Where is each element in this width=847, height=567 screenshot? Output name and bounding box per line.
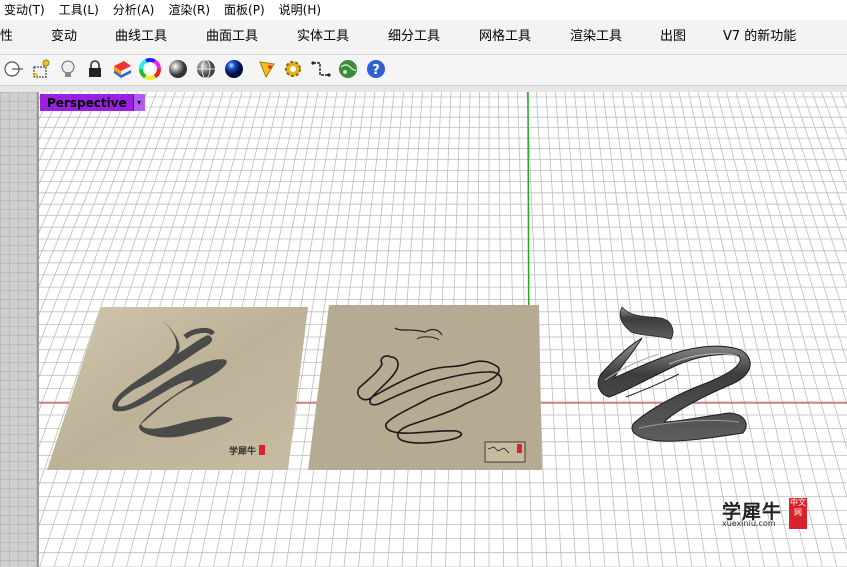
- light-bulb-icon[interactable]: [57, 58, 79, 80]
- seal-stamp: [259, 445, 265, 455]
- tab-drafting[interactable]: 出图: [660, 20, 686, 54]
- dimension-offset-icon[interactable]: [310, 58, 332, 80]
- rendered-sphere-icon[interactable]: [223, 58, 245, 80]
- menu-panels[interactable]: 面板(P): [220, 0, 269, 20]
- toolbar-tab-bar: 性 变动 曲线工具 曲面工具 实体工具 细分工具 网格工具 渲染工具 出图 V7…: [0, 20, 847, 55]
- dimension-icon[interactable]: [2, 58, 24, 80]
- perspective-viewport[interactable]: 学犀牛 Perspective ▾: [39, 92, 847, 567]
- shaded-sphere-icon[interactable]: [167, 58, 189, 80]
- menu-help[interactable]: 说明(H): [275, 0, 325, 20]
- tab-curve-tools[interactable]: 曲线工具: [115, 20, 167, 54]
- menu-bar: 变动(T) 工具(L) 分析(A) 渲染(R) 面板(P) 说明(H): [0, 0, 847, 20]
- tab-render-tools[interactable]: 渲染工具: [570, 20, 622, 54]
- menu-transform[interactable]: 变动(T): [0, 0, 49, 20]
- menu-render[interactable]: 渲染(R): [164, 0, 214, 20]
- watermark-url: xuexiniu.com: [722, 519, 776, 528]
- menu-analyze[interactable]: 分析(A): [109, 0, 159, 20]
- tab-surface-tools[interactable]: 曲面工具: [206, 20, 258, 54]
- world-globe-icon[interactable]: [337, 58, 359, 80]
- side-viewport-strip: [0, 92, 38, 567]
- tab-transform[interactable]: 变动: [51, 20, 77, 54]
- wireframe-sphere-icon[interactable]: [195, 58, 217, 80]
- settings-gear-icon[interactable]: [282, 58, 304, 80]
- tab-new-in-v7[interactable]: V7 的新功能: [723, 20, 796, 54]
- watermark: 学犀牛 xuexiniu.com 中文网: [722, 497, 812, 533]
- watermark-seal: 中文网: [789, 498, 807, 529]
- tab-subd-tools[interactable]: 细分工具: [388, 20, 440, 54]
- select-points-icon[interactable]: [30, 58, 52, 80]
- viewport-scene[interactable]: 学犀牛: [39, 92, 847, 567]
- layer-color-icon[interactable]: [111, 58, 133, 80]
- tab-solid-tools[interactable]: 实体工具: [297, 20, 349, 54]
- calligraphy-image-panel: 学犀牛: [47, 307, 308, 470]
- svg-text:?: ?: [372, 63, 380, 78]
- tab-mesh-tools[interactable]: 网格工具: [479, 20, 531, 54]
- menu-tools[interactable]: 工具(L): [55, 0, 103, 20]
- icon-toolbar: ?: [0, 55, 847, 86]
- help-icon[interactable]: ?: [365, 58, 387, 80]
- viewport-title-tab[interactable]: Perspective ▾: [40, 94, 145, 111]
- analyze-icon[interactable]: [256, 58, 278, 80]
- seal-text: 学犀牛: [229, 445, 256, 457]
- color-wheel-icon[interactable]: [139, 58, 161, 80]
- viewport-title[interactable]: Perspective: [40, 96, 133, 110]
- traced-outline-panel: [308, 305, 542, 470]
- viewport-menu-arrow-icon[interactable]: ▾: [132, 94, 145, 111]
- lock-icon[interactable]: [84, 58, 106, 80]
- tab-properties[interactable]: 性: [0, 20, 13, 54]
